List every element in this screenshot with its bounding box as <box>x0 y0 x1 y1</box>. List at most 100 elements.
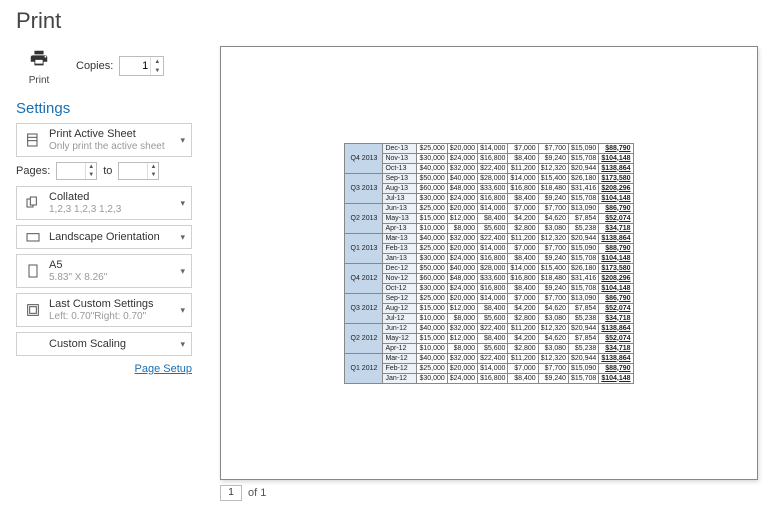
value-cell: $7,700 <box>538 203 568 213</box>
value-cell: $20,944 <box>569 353 599 363</box>
month-cell: Sep-13 <box>383 173 417 183</box>
margins-dropdown[interactable]: Last Custom Settings Left: 0.70"Right: 0… <box>16 293 192 327</box>
chevron-down-icon: ▾ <box>180 198 185 209</box>
month-cell: Feb-12 <box>383 363 417 373</box>
chevron-up-icon[interactable]: ▲ <box>148 163 158 171</box>
value-cell: $138,864 <box>599 233 633 243</box>
month-cell: Oct-12 <box>383 283 417 293</box>
value-cell: $88,790 <box>599 243 633 253</box>
value-cell: $20,944 <box>569 233 599 243</box>
quarter-cell: Q1 2013 <box>345 233 383 263</box>
month-cell: Feb-13 <box>383 243 417 253</box>
value-cell: $4,200 <box>508 333 538 343</box>
month-cell: Jul-13 <box>383 193 417 203</box>
value-cell: $8,400 <box>508 283 538 293</box>
scaling-dropdown[interactable]: Custom Scaling ▾ <box>16 332 192 356</box>
chevron-down-icon[interactable]: ▼ <box>148 171 158 179</box>
value-cell: $9,240 <box>538 253 568 263</box>
month-cell: Dec-13 <box>383 143 417 153</box>
preview-table: Q4 2013Dec-13$25,000$20,000$14,000$7,000… <box>344 143 633 384</box>
month-cell: Nov-13 <box>383 153 417 163</box>
value-cell: $20,000 <box>447 143 477 153</box>
value-cell: $4,200 <box>508 213 538 223</box>
value-cell: $15,708 <box>569 193 599 203</box>
quarter-cell: Q2 2013 <box>345 203 383 233</box>
value-cell: $11,200 <box>508 233 538 243</box>
orientation-dropdown[interactable]: Landscape Orientation ▾ <box>16 225 192 249</box>
value-cell: $16,800 <box>478 153 508 163</box>
page-setup-link[interactable]: Page Setup <box>16 361 192 377</box>
value-cell: $8,400 <box>478 303 508 313</box>
current-page-input[interactable]: 1 <box>220 485 242 501</box>
value-cell: $24,000 <box>447 153 477 163</box>
value-cell: $18,480 <box>538 273 568 283</box>
month-cell: Sep-12 <box>383 293 417 303</box>
value-cell: $22,400 <box>478 163 508 173</box>
month-cell: Aug-13 <box>383 183 417 193</box>
value-cell: $5,600 <box>478 313 508 323</box>
value-cell: $12,320 <box>538 323 568 333</box>
chevron-down-icon[interactable]: ▼ <box>86 171 96 179</box>
chevron-up-icon[interactable]: ▲ <box>151 57 163 66</box>
value-cell: $32,000 <box>447 353 477 363</box>
chevron-down-icon[interactable]: ▼ <box>151 66 163 75</box>
value-cell: $86,790 <box>599 293 633 303</box>
value-cell: $7,000 <box>508 243 538 253</box>
value-cell: $8,400 <box>508 153 538 163</box>
value-cell: $10,000 <box>417 343 447 353</box>
value-cell: $8,400 <box>508 193 538 203</box>
paper-size-dropdown[interactable]: A5 5.83" X 8.26" ▾ <box>16 254 192 288</box>
month-cell: May-12 <box>383 333 417 343</box>
value-cell: $24,000 <box>447 373 477 383</box>
value-cell: $14,000 <box>508 173 538 183</box>
value-cell: $28,000 <box>478 173 508 183</box>
value-cell: $20,000 <box>447 203 477 213</box>
value-cell: $4,620 <box>538 333 568 343</box>
value-cell: $3,080 <box>538 343 568 353</box>
value-cell: $16,800 <box>478 283 508 293</box>
value-cell: $30,000 <box>417 373 447 383</box>
value-cell: $40,000 <box>417 353 447 363</box>
value-cell: $60,000 <box>417 273 447 283</box>
chevron-up-icon[interactable]: ▲ <box>86 163 96 171</box>
value-cell: $24,000 <box>447 193 477 203</box>
print-button[interactable]: Print <box>16 42 62 90</box>
value-cell: $14,000 <box>478 363 508 373</box>
value-cell: $31,416 <box>569 273 599 283</box>
landscape-icon <box>23 229 43 245</box>
value-cell: $28,000 <box>478 263 508 273</box>
value-cell: $8,400 <box>508 373 538 383</box>
print-area-dropdown[interactable]: Print Active Sheet Only print the active… <box>16 123 192 157</box>
copies-input[interactable] <box>120 60 150 72</box>
value-cell: $34,718 <box>599 343 633 353</box>
value-cell: $104,148 <box>599 283 633 293</box>
value-cell: $15,400 <box>538 263 568 273</box>
page-title: Print <box>0 0 770 38</box>
value-cell: $5,600 <box>478 343 508 353</box>
pages-from-stepper[interactable]: ▲▼ <box>56 162 97 180</box>
copies-stepper[interactable]: ▲ ▼ <box>119 56 164 76</box>
value-cell: $15,000 <box>417 333 447 343</box>
value-cell: $138,864 <box>599 353 633 363</box>
value-cell: $50,000 <box>417 173 447 183</box>
value-cell: $30,000 <box>417 283 447 293</box>
value-cell: $52,074 <box>599 333 633 343</box>
month-cell: Jul-12 <box>383 313 417 323</box>
pages-to-stepper[interactable]: ▲▼ <box>118 162 159 180</box>
paper-line2: 5.83" X 8.26" <box>49 272 107 284</box>
quarter-cell: Q2 2012 <box>345 323 383 353</box>
value-cell: $20,000 <box>447 243 477 253</box>
scaling-line1: Custom Scaling <box>49 338 126 351</box>
month-cell: Nov-12 <box>383 273 417 283</box>
collated-dropdown[interactable]: Collated 1,2,3 1,2,3 1,2,3 ▾ <box>16 186 192 220</box>
value-cell: $9,240 <box>538 153 568 163</box>
pages-from-input[interactable] <box>57 163 85 179</box>
pages-label: Pages: <box>16 165 50 177</box>
value-cell: $8,000 <box>447 313 477 323</box>
value-cell: $22,400 <box>478 323 508 333</box>
value-cell: $15,000 <box>417 213 447 223</box>
chevron-down-icon: ▾ <box>180 135 185 146</box>
value-cell: $5,238 <box>569 343 599 353</box>
pages-to-input[interactable] <box>119 163 147 179</box>
value-cell: $3,080 <box>538 313 568 323</box>
